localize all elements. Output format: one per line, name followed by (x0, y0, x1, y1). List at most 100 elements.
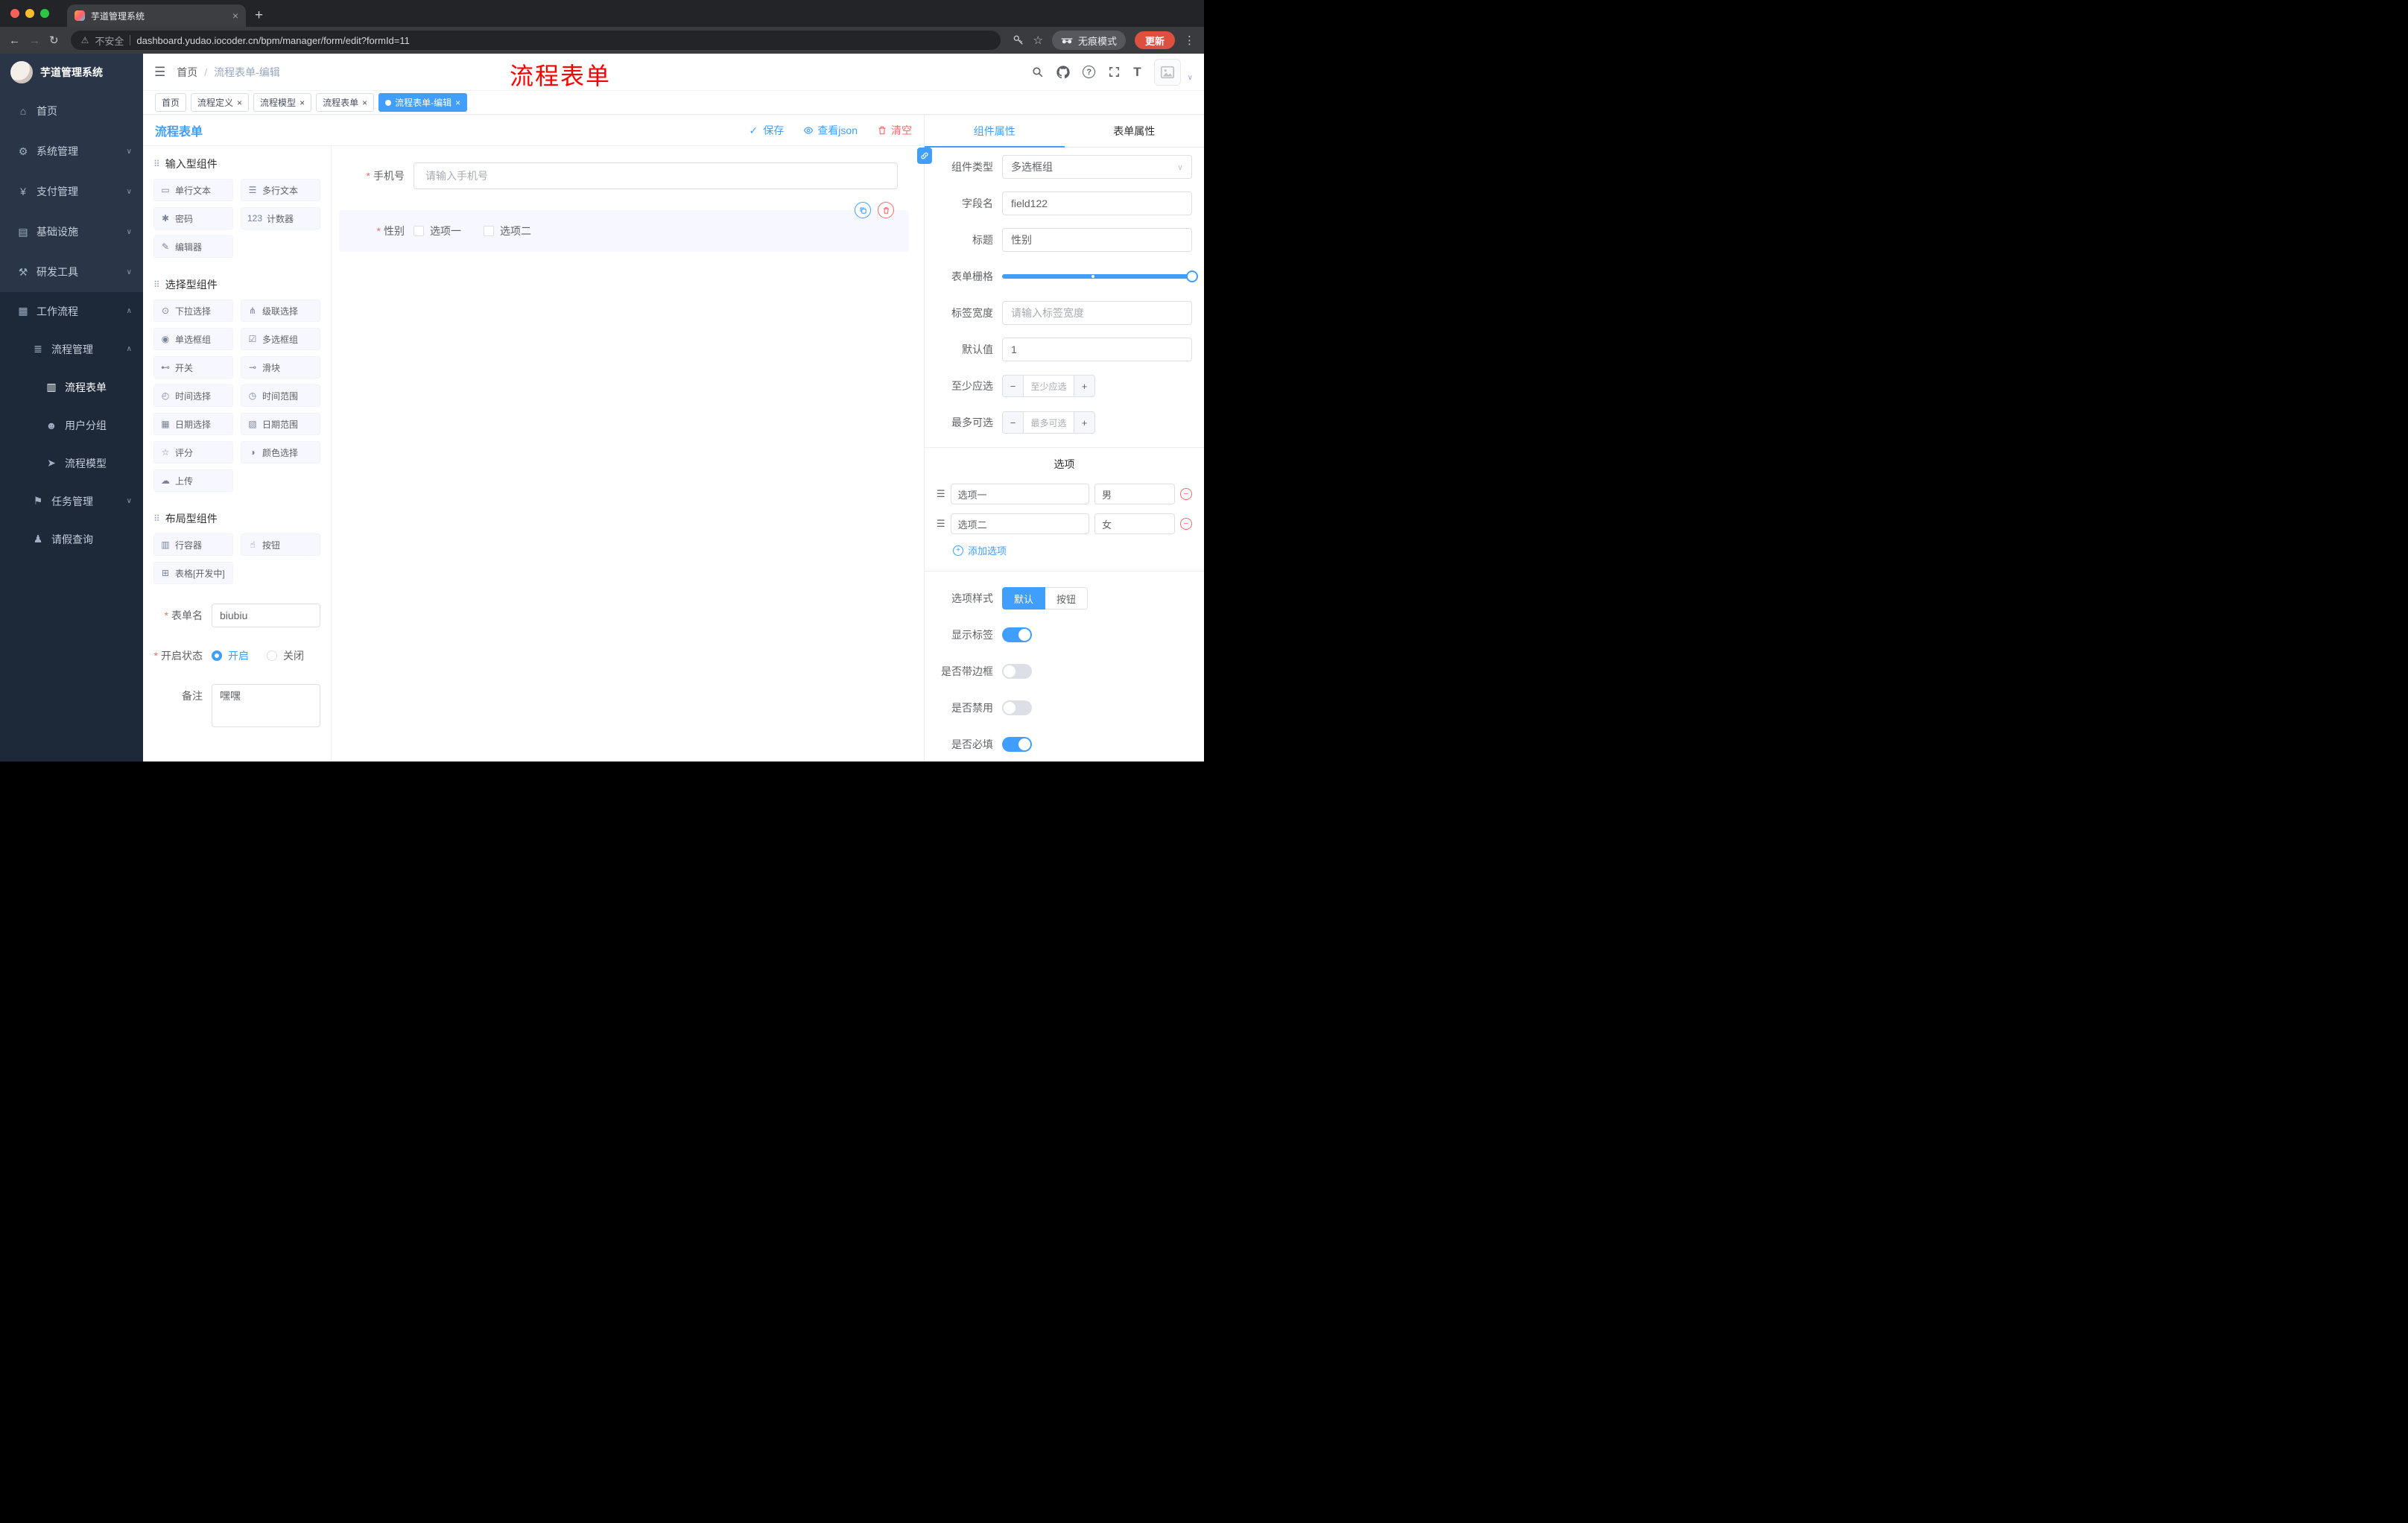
breadcrumb-home[interactable]: 首页 (177, 65, 197, 80)
help-icon[interactable]: ? (1083, 66, 1096, 78)
save-button[interactable]: ✓ 保存 (749, 123, 784, 138)
sidebar-item[interactable]: ≣ 流程管理 ∧ (0, 330, 143, 368)
bookmark-star-icon[interactable]: ☆ (1033, 35, 1043, 46)
status-off-label[interactable]: 关闭 (283, 648, 304, 663)
tag[interactable]: 流程表单 × (316, 93, 375, 112)
component-item[interactable]: ⊙ 下拉选择 (153, 300, 233, 322)
slider-runway[interactable] (1002, 270, 1198, 282)
title-input[interactable] (1002, 228, 1192, 252)
sidebar-item[interactable]: ⚒ 研发工具 ∨ (0, 252, 143, 292)
sidebar-item[interactable]: ⚑ 任务管理 ∨ (0, 482, 143, 520)
sidebar-item[interactable]: ♟ 请假查询 (0, 520, 143, 558)
tab-form-properties[interactable]: 表单属性 (1065, 115, 1205, 147)
default-value-input[interactable] (1002, 338, 1192, 361)
font-size-icon[interactable]: T (1133, 65, 1141, 80)
option-value-input[interactable] (1094, 513, 1175, 534)
view-json-button[interactable]: 查看json (803, 123, 858, 138)
phone-input[interactable] (414, 162, 898, 189)
fullscreen-icon[interactable] (1108, 66, 1121, 78)
sidebar-item[interactable]: ▤ 基础设施 ∨ (0, 212, 143, 252)
component-item[interactable]: ☑ 多选框组 (241, 328, 320, 350)
component-item[interactable]: ✎ 编辑器 (153, 235, 233, 258)
tag-close-icon[interactable]: × (300, 98, 305, 107)
component-item[interactable]: ▭ 单行文本 (153, 179, 233, 201)
component-item[interactable]: ☰ 多行文本 (241, 179, 320, 201)
style-default-button[interactable]: 默认 (1002, 587, 1046, 609)
sidebar-item[interactable]: ⌂ 首页 (0, 91, 143, 131)
component-item[interactable]: ⊷ 开关 (153, 356, 233, 379)
phone-field-widget[interactable]: 手机号 (339, 156, 909, 195)
drag-handle-icon[interactable]: ☰ (937, 488, 945, 500)
password-key-icon[interactable] (1013, 34, 1024, 46)
github-icon[interactable] (1056, 65, 1070, 79)
clear-button[interactable]: 清空 (877, 123, 912, 138)
remove-option-icon[interactable]: − (1180, 488, 1192, 500)
field-name-input[interactable] (1002, 191, 1192, 215)
decrease-icon[interactable]: − (1003, 412, 1024, 433)
component-item[interactable]: ☝ 按钮 (241, 533, 320, 556)
component-item[interactable]: ◑ 颜色选择 (241, 441, 320, 463)
sidebar-item[interactable]: ▦ 工作流程 ∧ (0, 292, 143, 330)
sidebar-item[interactable]: ➤ 流程模型 (0, 444, 143, 482)
component-item[interactable]: ✱ 密码 (153, 207, 233, 229)
browser-menu-icon[interactable]: ⋮ (1184, 35, 1195, 46)
component-type-select[interactable]: 多选框组 ∨ (1002, 155, 1192, 179)
style-button-button[interactable]: 按钮 (1045, 587, 1089, 609)
update-button[interactable]: 更新 (1134, 31, 1175, 49)
checkbox-option[interactable]: 选项一 (414, 224, 461, 238)
tag[interactable]: 首页 (155, 93, 187, 112)
tag[interactable]: 流程定义 × (191, 93, 250, 112)
avatar-caret-icon[interactable]: ∨ (1188, 74, 1193, 82)
tab-close-icon[interactable]: × (232, 10, 238, 22)
hamburger-icon[interactable]: ☰ (154, 65, 165, 80)
tag-close-icon[interactable]: × (362, 98, 367, 107)
tag-close-icon[interactable]: × (237, 98, 242, 107)
checkbox[interactable] (484, 226, 494, 236)
sidebar-item[interactable]: ¥ 支付管理 ∨ (0, 171, 143, 212)
zoom-window-button[interactable] (40, 9, 49, 18)
tag[interactable]: 流程表单-编辑 × (378, 93, 468, 112)
component-item[interactable]: ⋔ 级联选择 (241, 300, 320, 322)
component-item[interactable]: ⊞ 表格[开发中] (153, 562, 233, 584)
max-select-value[interactable]: 最多可选 (1024, 412, 1074, 433)
option-label-input[interactable] (950, 484, 1089, 504)
component-item[interactable]: ▦ 日期选择 (153, 413, 233, 435)
status-off-radio[interactable] (267, 650, 277, 661)
grid-slider[interactable] (1002, 265, 1198, 288)
increase-icon[interactable]: + (1074, 412, 1094, 433)
sidebar-item[interactable]: ▥ 流程表单 (0, 368, 143, 406)
option-label-input[interactable] (950, 513, 1089, 534)
status-on-label[interactable]: 开启 (228, 648, 249, 663)
back-icon[interactable]: ← (9, 35, 20, 46)
delete-widget-button[interactable] (878, 202, 894, 218)
tag[interactable]: 流程模型 × (253, 93, 312, 112)
component-item[interactable]: ◴ 时间选择 (153, 384, 233, 407)
tab-component-properties[interactable]: 组件属性 (925, 115, 1065, 148)
reload-icon[interactable]: ↻ (49, 35, 59, 46)
component-item[interactable]: ☁ 上传 (153, 469, 233, 492)
url-field[interactable]: ⚠ 不安全 dashboard.yudao.iocoder.cn/bpm/man… (70, 31, 1001, 50)
toggle-switch[interactable] (1002, 664, 1032, 679)
new-tab-button[interactable]: + (246, 7, 272, 27)
minimize-window-button[interactable] (25, 9, 34, 18)
toggle-switch[interactable] (1002, 627, 1032, 642)
remove-option-icon[interactable]: − (1180, 518, 1192, 530)
form-name-input[interactable] (212, 604, 320, 627)
close-window-button[interactable] (10, 9, 19, 18)
tag-close-icon[interactable]: × (455, 98, 460, 107)
link-icon[interactable] (917, 148, 932, 164)
avatar[interactable] (1153, 58, 1181, 86)
sidebar-item[interactable]: ⚙ 系统管理 ∨ (0, 131, 143, 171)
forward-icon[interactable]: → (29, 35, 40, 46)
gender-field-widget[interactable]: 性别 选项一 (339, 202, 909, 252)
component-item[interactable]: ⊸ 滑块 (241, 356, 320, 379)
component-item[interactable]: ▥ 行容器 (153, 533, 233, 556)
component-item[interactable]: ☆ 评分 (153, 441, 233, 463)
component-item[interactable]: 123 计数器 (241, 207, 320, 229)
component-item[interactable]: ◷ 时间范围 (241, 384, 320, 407)
label-width-input[interactable] (1002, 301, 1192, 325)
form-canvas[interactable]: 手机号 性别 选项一 (332, 146, 924, 762)
toggle-switch[interactable] (1002, 700, 1032, 715)
checkbox-option[interactable]: 选项二 (484, 224, 531, 238)
checkbox[interactable] (414, 226, 424, 236)
